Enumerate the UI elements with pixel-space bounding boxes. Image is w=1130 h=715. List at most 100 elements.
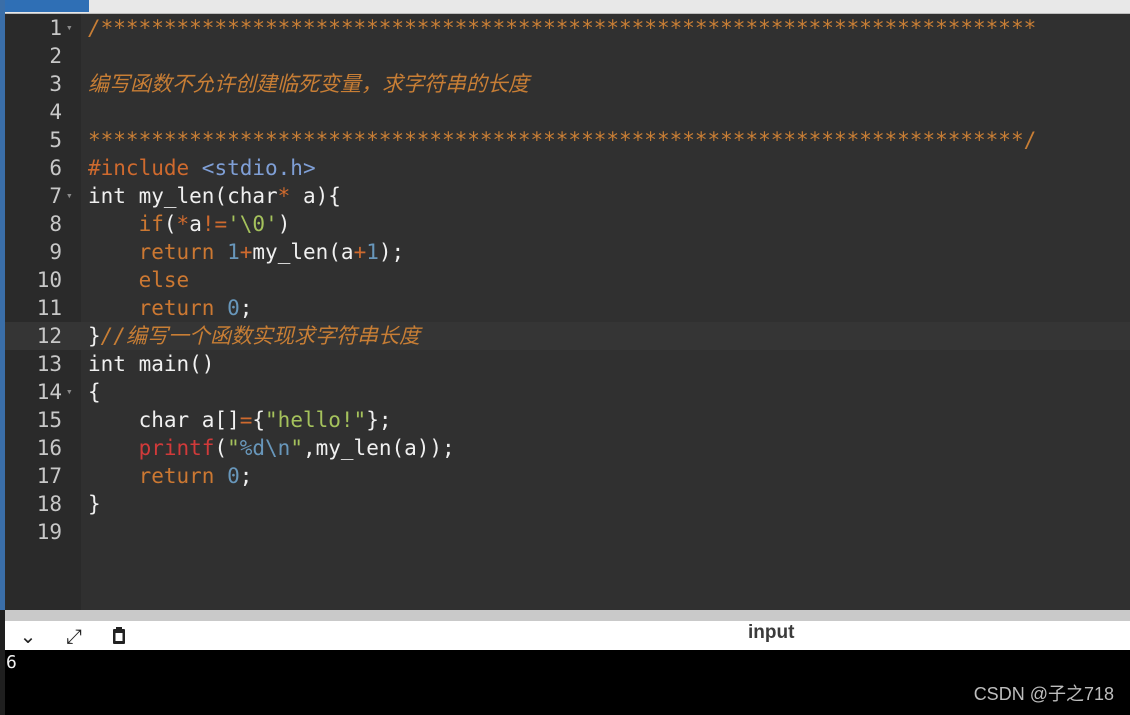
line-number: 17 [36, 464, 62, 488]
code-token: if [138, 212, 164, 236]
code-token: my_len(a [252, 240, 354, 264]
code-token: '\0' [227, 212, 278, 236]
code-token: ; [239, 464, 253, 488]
code-text: 编写函数不允许创建临死变量，求字符串的长度 [88, 70, 529, 98]
code-token: else [138, 268, 190, 292]
code-text: }//编写一个函数实现求字符串长度 [88, 322, 420, 350]
code-line[interactable]: 8 if(*a!='\0') [5, 210, 1130, 238]
code-text: ****************************************… [88, 126, 1036, 154]
code-text: printf("%d\n",my_len(a)); [88, 434, 455, 462]
code-line[interactable]: 19 [5, 518, 1130, 546]
code-token: a){ [290, 184, 341, 208]
expand-arrows-icon[interactable]: ⤢ [61, 623, 87, 649]
code-token: ,my_len(a)); [302, 436, 455, 460]
line-number: 14 [36, 380, 62, 404]
line-number: 4 [49, 100, 62, 124]
code-line[interactable]: 12 }//编写一个函数实现求字符串长度 [5, 322, 1130, 350]
code-line[interactable]: 4 [5, 98, 1130, 126]
panel-label: input [748, 622, 795, 643]
chevron-down-icon[interactable]: ⌄ [15, 623, 41, 649]
code-text: int my_len(char* a){ [88, 182, 341, 210]
code-line[interactable]: 3 编写函数不允许创建临死变量，求字符串的长度 [5, 70, 1130, 98]
clipboard-icon[interactable] [106, 623, 132, 649]
code-token: 0 [227, 296, 240, 320]
code-token: return [138, 240, 228, 264]
code-line[interactable]: 18} [5, 490, 1130, 518]
code-lines[interactable]: 1 ▾ /*************************************… [5, 14, 1130, 546]
code-line[interactable]: 14 ▾ { [5, 378, 1130, 406]
line-number: 15 [36, 408, 62, 432]
output-console[interactable]: 6 CSDN @子之718 [5, 650, 1130, 715]
code-token: "hello!" [265, 408, 367, 432]
console-output: 6 [6, 652, 17, 673]
line-number: 12 [36, 324, 62, 348]
code-text: return 0; [88, 294, 253, 322]
code-line[interactable]: 11 return 0; [5, 294, 1130, 322]
code-line[interactable]: 9 return 1+my_len(a+1); [5, 238, 1130, 266]
code-token: = [239, 408, 253, 432]
code-line[interactable]: 15 char a[]={"hello!"}; [5, 406, 1130, 434]
code-token: ); [378, 240, 405, 264]
code-line[interactable]: 5 ***************************************… [5, 126, 1130, 154]
code-line[interactable]: 7 ▾ int my_len(char* a){ [5, 182, 1130, 210]
code-line[interactable]: 16 printf("%d\n",my_len(a)); [5, 434, 1130, 462]
code-token: ) [277, 212, 291, 236]
code-text: { [88, 378, 101, 406]
line-number: 19 [36, 520, 62, 544]
code-line[interactable]: 17 return 0; [5, 462, 1130, 490]
fold-toggle-icon[interactable]: ▾ [66, 378, 73, 406]
code-line[interactable]: 10 else [5, 266, 1130, 294]
code-token: 编写函数不允许创建临死变量，求字符串的长度 [88, 72, 529, 96]
code-text: return 0; [88, 462, 253, 490]
line-number: 13 [36, 352, 62, 376]
code-text: int main() [88, 350, 214, 378]
line-number: 10 [36, 268, 62, 292]
code-line[interactable]: 6 #include <stdio.h> [5, 154, 1130, 182]
line-number: 3 [49, 72, 62, 96]
code-token: char a[] [88, 408, 240, 432]
code-token: + [353, 240, 367, 264]
code-token: /***************************************… [88, 16, 1037, 40]
code-line[interactable]: 2 [5, 42, 1130, 70]
code-token: //编写一个函数实现求字符串长度 [100, 324, 420, 348]
code-token: { [88, 380, 101, 404]
code-editor[interactable]: 1 ▾ /*************************************… [5, 14, 1130, 610]
code-token: %d\n [239, 436, 291, 460]
editor-tab-bar [5, 0, 1130, 14]
code-token: ( [163, 212, 177, 236]
code-token: int my_len(char [88, 184, 278, 208]
code-token: ( [214, 436, 228, 460]
code-token: printf [138, 436, 215, 460]
line-number: 8 [49, 212, 62, 236]
line-number: 7 [49, 184, 62, 208]
fold-toggle-icon[interactable]: ▾ [66, 182, 73, 210]
line-number: 6 [49, 156, 62, 180]
code-line[interactable]: 13 int main() [5, 350, 1130, 378]
code-token: { [252, 408, 266, 432]
code-token: 1 [366, 240, 379, 264]
line-number: 16 [36, 436, 62, 460]
code-text: /***************************************… [88, 14, 1036, 42]
watermark: CSDN @子之718 [973, 684, 1114, 704]
code-token: } [88, 492, 101, 516]
editor-tab[interactable] [5, 0, 89, 12]
fold-toggle-icon[interactable]: ▾ [66, 14, 73, 42]
code-text: char a[]={"hello!"}; [88, 406, 392, 434]
code-token: return [138, 464, 228, 488]
code-token: + [239, 240, 253, 264]
code-token: return [138, 296, 228, 320]
code-text: if(*a!='\0') [88, 210, 291, 238]
line-number: 9 [49, 240, 62, 264]
code-token: }; [366, 408, 392, 432]
code-token: a [189, 212, 202, 236]
panel-resize-handle[interactable] [5, 610, 1130, 621]
code-token: 1 [227, 240, 240, 264]
code-text: #include <stdio.h> [88, 154, 316, 182]
code-token: * [176, 212, 190, 236]
code-line[interactable]: 1 ▾ /*************************************… [5, 14, 1130, 42]
code-token: ****************************************… [88, 128, 1037, 152]
